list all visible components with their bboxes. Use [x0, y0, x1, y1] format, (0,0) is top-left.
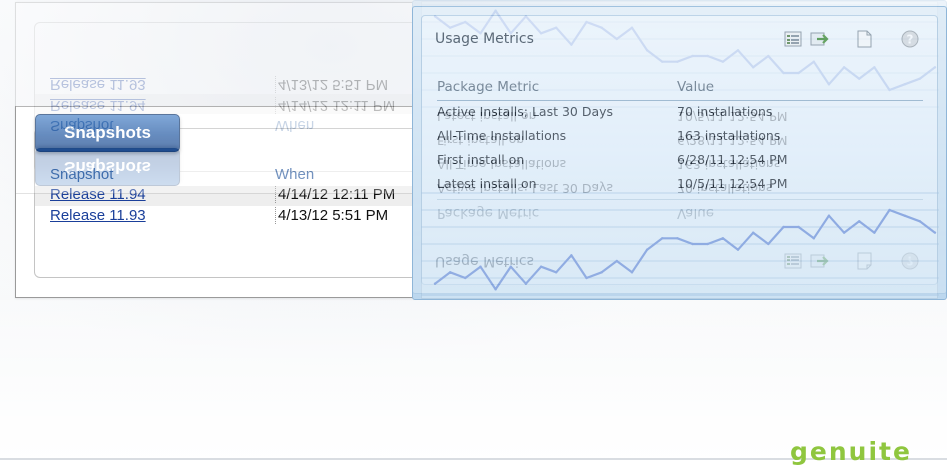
installs-data-point: [903, 214, 906, 217]
installs-data-point: [539, 265, 543, 268]
snapshot-link[interactable]: Release 11.93: [50, 207, 146, 224]
metric-row: First install on 6/28/11 12:54 PM: [437, 152, 787, 167]
installs-data-point: [494, 288, 497, 291]
help-icon[interactable]: ?: [900, 29, 920, 49]
installs-data-point: [782, 225, 785, 229]
installs-data-point: [448, 271, 452, 274]
installs-data-point: [555, 271, 558, 274]
installs-data-point: [918, 220, 922, 223]
installs-data-point: [858, 220, 861, 223]
installs-data-point: [767, 242, 770, 246]
installs-data-point: [873, 231, 876, 234]
installs-data-point: [691, 242, 694, 246]
installs-data-point: [676, 237, 679, 240]
snapshots-tab[interactable]: Snapshots: [35, 114, 180, 152]
installs-data-point: [736, 248, 740, 251]
installs-line-chart: [421, 192, 939, 296]
installs-data-point: [600, 271, 603, 274]
snapshot-row: Release 11.94 4/14/12 12:11 PM: [35, 186, 415, 206]
header-divider: [437, 100, 923, 101]
usage-metrics-title: Usage Metrics: [435, 31, 534, 47]
snapshot-when: 4/14/12 12:11 PM: [275, 186, 395, 203]
document-icon[interactable]: [854, 29, 874, 49]
installs-data-point: [585, 276, 588, 280]
installs-data-point: [661, 237, 664, 240]
installs-data-point: [933, 231, 937, 234]
metric-label: Active Installs; Last 30 Days: [437, 104, 614, 119]
metric-value: 6/28/11 12:54 PM: [677, 152, 788, 167]
installs-data-point: [509, 265, 512, 268]
installs-data-point: [479, 265, 482, 268]
installs-data-point: [524, 282, 528, 285]
snapshot-when: 4/13/12 5:51 PM: [275, 207, 388, 224]
usage-metrics-panel: Usage Metrics ? Package Metric Value Act…: [412, 6, 947, 300]
genuite-logo: genuite: [790, 437, 912, 466]
installs-data-point: [842, 231, 846, 234]
installs-data-point: [827, 214, 831, 217]
snapshots-tab-label: Snapshots: [64, 123, 151, 142]
snapshot-row: Release 11.93 4/13/12 5:51 PM: [35, 207, 415, 227]
metric-label: First install on: [437, 152, 525, 167]
snapshot-link[interactable]: Release 11.94: [50, 186, 146, 203]
when-column-header: When: [275, 166, 315, 183]
metric-value: 70 installations: [677, 104, 773, 119]
export-icon[interactable]: [809, 29, 829, 49]
installs-data-point: [464, 276, 467, 280]
installs-data-point: [751, 231, 755, 234]
package-metric-header: Package Metric: [437, 79, 540, 95]
screenshot-stage: Snapshots Snapshot When Release 11.94 4/…: [0, 0, 947, 300]
metric-row: Active Installs; Last 30 Days 70 install…: [437, 104, 772, 119]
metric-value: 163 installations: [677, 128, 781, 143]
list-view-icon[interactable]: [783, 29, 803, 49]
installs-data-point: [888, 208, 891, 212]
metric-row: All-Time Installations 163 installations: [437, 128, 780, 143]
snapshot-column-header: Snapshot: [50, 166, 114, 183]
installs-data-point: [797, 225, 800, 229]
installs-data-point: [645, 248, 649, 251]
svg-text:?: ?: [907, 33, 914, 47]
installs-data-point: [812, 237, 815, 240]
value-header: Value: [677, 79, 715, 95]
installs-data-point: [721, 237, 725, 240]
installs-data-point: [630, 271, 634, 274]
installs-data-point: [615, 259, 619, 263]
installs-data-point: [570, 254, 573, 257]
installs-data-point: [433, 282, 437, 285]
installs-data-point: [706, 242, 709, 246]
metric-label: All-Time Installations: [437, 128, 567, 143]
